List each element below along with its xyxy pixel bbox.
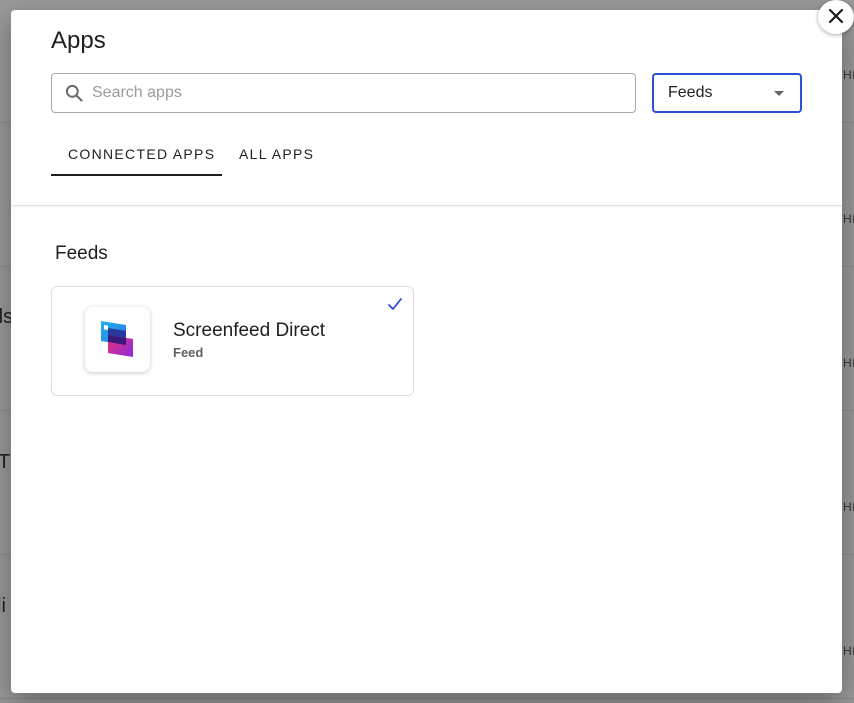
- category-select-value: Feeds: [668, 84, 713, 101]
- tab-connected-apps[interactable]: CONNECTED APPS: [68, 146, 215, 162]
- bg-fragment: HI: [843, 500, 854, 514]
- bg-divider: [0, 698, 854, 699]
- search-input[interactable]: [92, 74, 622, 112]
- app-type: Feed: [173, 345, 204, 360]
- tab-all-apps[interactable]: ALL APPS: [239, 146, 314, 162]
- search-icon: [65, 84, 83, 102]
- app-card-screenfeed-direct[interactable]: Screenfeed Direct Feed: [51, 286, 414, 396]
- close-icon: [828, 8, 844, 24]
- chevron-down-icon: [774, 91, 784, 96]
- modal-header: Apps Feeds CONNECTED APPS ALL APPS: [11, 10, 842, 206]
- search-box[interactable]: [51, 73, 636, 113]
- category-select[interactable]: Feeds: [652, 73, 802, 113]
- close-button[interactable]: [818, 0, 854, 34]
- bg-fragment: HI: [843, 356, 854, 370]
- app-logo: [85, 307, 150, 372]
- check-icon: [388, 298, 402, 310]
- app-name: Screenfeed Direct: [173, 320, 326, 341]
- active-tab-indicator: [51, 174, 222, 176]
- bg-fragment: HI: [843, 68, 854, 82]
- section-title: Feeds: [55, 243, 108, 264]
- bg-fragment: HI: [843, 212, 854, 226]
- bg-fragment: T: [0, 451, 11, 473]
- apps-modal: Apps Feeds CONNECTED APPS ALL APPS Feeds: [11, 10, 842, 693]
- bg-fragment: HI: [843, 644, 854, 658]
- screenfeed-logo-icon: [101, 321, 133, 357]
- bg-fragment: li: [0, 595, 6, 617]
- modal-title: Apps: [51, 27, 106, 54]
